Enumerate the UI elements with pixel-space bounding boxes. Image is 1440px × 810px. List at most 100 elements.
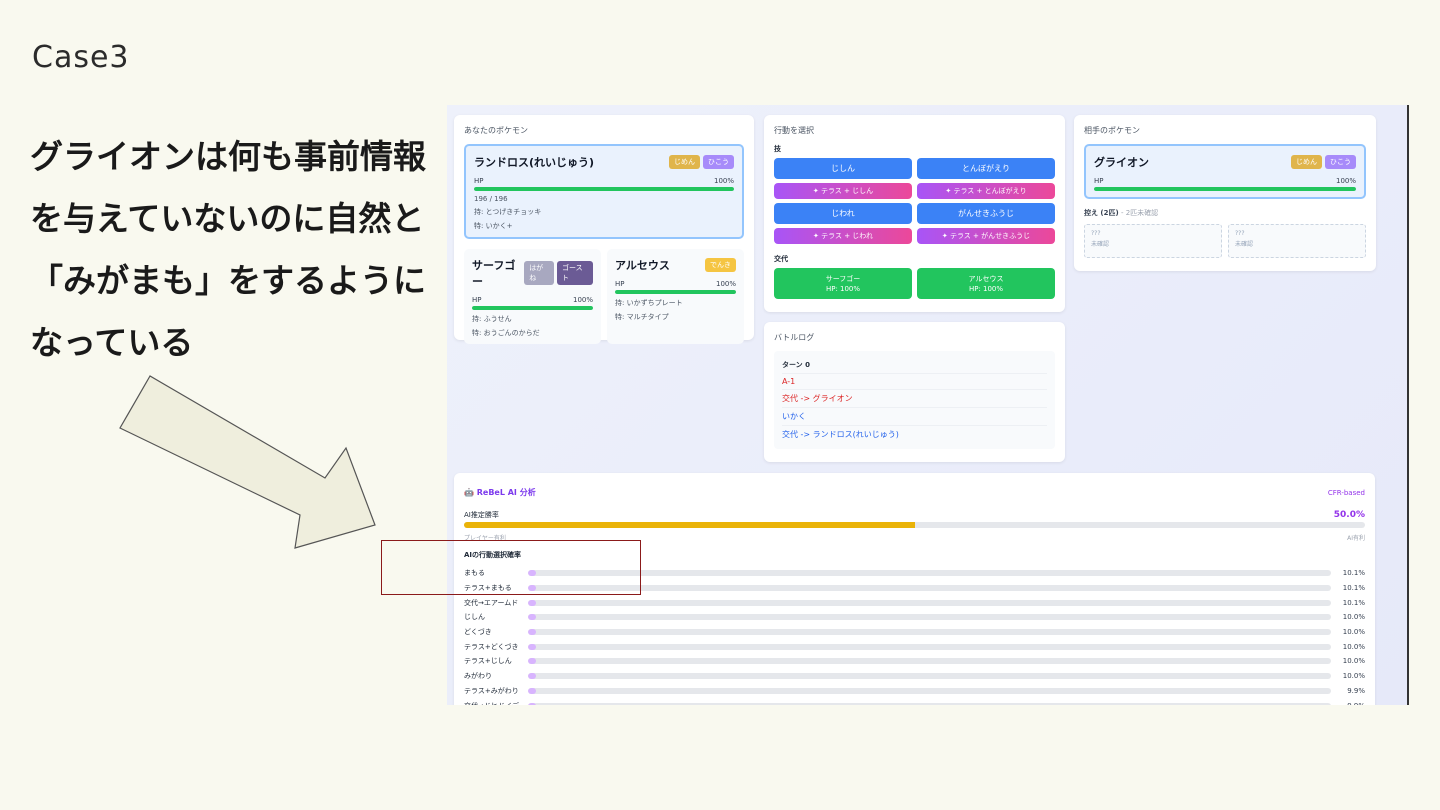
move-button[interactable]: とんぼがえり [917, 158, 1055, 179]
switch-hp: HP: 100% [825, 284, 861, 293]
prob-bar-fill [528, 629, 537, 636]
hp-percent: 100% [1335, 177, 1356, 185]
bench-pokemon[interactable]: アルセウス でんき HP 100% 持: いかずちプレート 特: マルチタイプ [607, 249, 744, 344]
tera-move-button[interactable]: ✦ テラス + とんぼがえり [917, 183, 1055, 199]
prob-bar [528, 658, 1331, 665]
log-entry: いかく [782, 408, 1047, 426]
hp-label: HP [472, 296, 482, 304]
ai-title: ReBeL AI 分析 [476, 488, 536, 497]
bench-pokemon[interactable]: サーフゴー はがね ゴースト HP 100% 持: ふうせん 特: おうごんのから… [464, 249, 601, 344]
type-badge: でんき [705, 258, 736, 272]
action-prob-row: 交代→ドヒドイデ 9.9% [464, 698, 1365, 705]
winrate-label: AI推定勝率 [464, 511, 499, 519]
prob-bar-fill [528, 673, 537, 680]
action-prob-row: テラス+どくづき 10.0% [464, 639, 1365, 654]
prob-bar-fill [528, 614, 537, 621]
pokemon-name: アルセウス [615, 259, 670, 272]
ai-tag: CFR-based [1327, 488, 1365, 497]
hp-percent: 100% [572, 296, 593, 304]
type-badge: ゴースト [556, 261, 593, 285]
battle-log-panel: バトルログ ターン 0 A-1 交代 -> グライオン いかく 交代 -> ラン… [764, 322, 1065, 462]
prob-bar [528, 702, 1331, 705]
hp-bar-fill [474, 187, 734, 191]
switch-name: サーフゴー [825, 274, 861, 283]
prob-bar-fill [528, 599, 537, 606]
prob-bar [528, 599, 1331, 606]
type-badge: はがね [524, 261, 554, 285]
prob-bar [528, 687, 1331, 694]
hp-percent: 100% [715, 280, 736, 288]
prob-value: 10.1% [1342, 584, 1365, 593]
switch-name: アルセウス [968, 274, 1004, 283]
prob-value: 10.0% [1342, 613, 1365, 622]
prob-bar [528, 570, 1331, 577]
reserve-label: 控え (2匹) [1084, 209, 1119, 217]
ability: 特: マルチタイプ [615, 313, 669, 321]
prob-value: 10.0% [1342, 628, 1365, 637]
slide-title: Case3 [32, 40, 130, 75]
action-panel: 行動を選択 技 じしん とんぼがえり ✦ テラス + じしん ✦ テラス + と… [764, 115, 1065, 312]
tera-move-button[interactable]: ✦ テラス + じしん [774, 183, 912, 199]
switch-button[interactable]: サーフゴー HP: 100% [774, 268, 912, 299]
unknown-status: 未確認 [1091, 241, 1110, 248]
hp-bar [472, 306, 593, 310]
type-badge: じめん [669, 155, 700, 169]
prob-value: 10.0% [1342, 642, 1365, 651]
hp-bar-fill [1094, 187, 1356, 191]
pokemon-name: サーフゴー [472, 259, 516, 288]
action-prob-row: じしん 10.0% [464, 610, 1365, 625]
tera-move-button[interactable]: ✦ テラス + がんせきふうじ [917, 228, 1055, 244]
pointer-arrow-icon [119, 375, 376, 549]
unknown-name: ??? [1235, 230, 1245, 237]
type-badge: じめん [1291, 155, 1322, 169]
unknown-pokemon: ??? 未確認 [1084, 224, 1222, 258]
prob-value: 10.0% [1342, 657, 1365, 666]
prob-bar-fill [528, 687, 536, 694]
hp-bar [474, 187, 734, 191]
action-name: テラス+どくづき [464, 642, 519, 651]
prob-value: 10.1% [1342, 598, 1365, 607]
unknown-pokemon: ??? 未確認 [1228, 224, 1366, 258]
ai-side-label: AI有利 [1347, 535, 1365, 542]
my-active-pokemon[interactable]: ランドロス(れいじゅう) じめん ひこう HP 100% 196 / 196 持:… [464, 144, 744, 239]
prob-value: 10.1% [1342, 569, 1365, 578]
slide-description: グライオンは何も事前情報を与えていないのに自然と「みがまも」をするようになってい… [30, 137, 426, 362]
prob-bar [528, 629, 1331, 636]
prob-value: 9.9% [1331, 702, 1365, 705]
hp-label: HP [474, 177, 484, 185]
prob-bar-fill [528, 658, 537, 665]
hp-bar [615, 290, 736, 294]
hp-bar-fill [615, 290, 736, 294]
prob-value: 9.9% [1347, 686, 1365, 695]
opponent-active-pokemon: グライオン じめん ひこう HP 100% [1084, 144, 1366, 199]
log-entry: 交代 -> ランドロス(れいじゅう) [782, 430, 899, 439]
winrate-value: 50.0% [1333, 510, 1365, 520]
hp-percent: 100% [713, 177, 734, 185]
winrate-bar-fill [464, 522, 915, 528]
battle-log-list: ターン 0 A-1 交代 -> グライオン いかく 交代 -> ランドロス(れい… [774, 351, 1055, 449]
hp-label: HP [615, 280, 625, 288]
battle-log-header: バトルログ [774, 333, 815, 342]
highlight-box [381, 540, 641, 595]
switch-button[interactable]: アルセウス HP: 100% [917, 268, 1055, 299]
tera-move-button[interactable]: ✦ テラス + じわれ [774, 228, 912, 244]
held-item: 持: いかずちプレート [615, 299, 683, 307]
app-screenshot: あなたのポケモン ランドロス(れいじゅう) じめん ひこう HP 100% 196… [447, 105, 1409, 705]
winrate-bar [464, 522, 1365, 528]
move-button[interactable]: じしん [774, 158, 912, 179]
held-item: 持: ふうせん [472, 315, 512, 323]
unknown-status: 未確認 [1235, 241, 1254, 248]
switch-hp: HP: 100% [968, 284, 1004, 293]
move-button[interactable]: じわれ [774, 203, 912, 224]
prob-value: 10.0% [1342, 672, 1365, 681]
opponent-panel: 相手のポケモン グライオン じめん ひこう HP 100% 控え (2匹) - 2… [1074, 115, 1376, 271]
held-item: 持: とつげきチョッキ [474, 208, 542, 216]
action-name: どくづき [464, 628, 492, 637]
ability: 特: いかく+ [474, 222, 513, 230]
move-button[interactable]: がんせきふうじ [917, 203, 1055, 224]
hp-bar-fill [472, 306, 593, 310]
hp-label: HP [1094, 177, 1104, 185]
opponent-header: 相手のポケモン [1084, 126, 1140, 135]
action-prob-row: テラス+みがわり 9.9% [464, 684, 1365, 699]
action-header: 行動を選択 [774, 126, 814, 135]
